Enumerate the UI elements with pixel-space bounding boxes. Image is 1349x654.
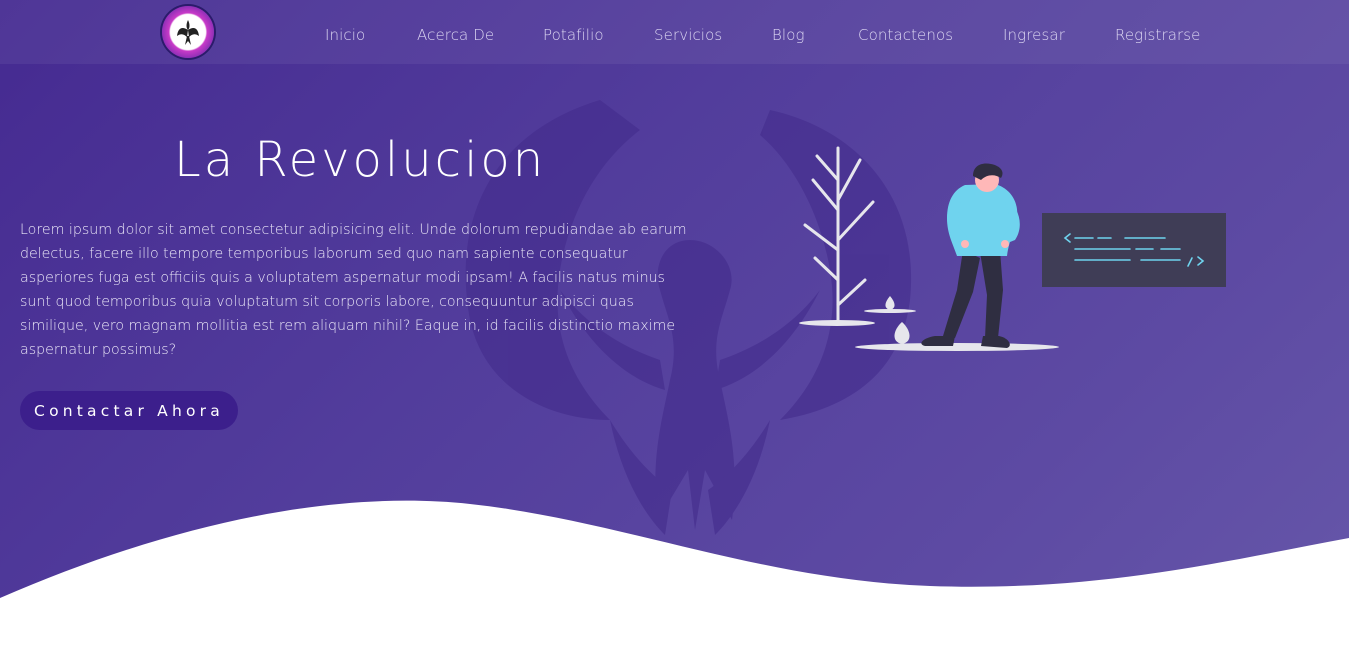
nav-link-registrarse[interactable]: Registrarse [1115,26,1201,44]
hero-bottom-wave [0,500,1349,654]
hero-section: Inicio Acerca De Potafilio Servicios Blo… [0,0,1349,654]
top-navbar: Inicio Acerca De Potafilio Servicios Blo… [0,0,1349,64]
nav-link-blog[interactable]: Blog [772,26,805,44]
nav-link-portafolio[interactable]: Potafilio [543,26,604,44]
hero-title: La Revolucion [174,132,547,188]
nav-link-contactenos[interactable]: Contactenos [858,26,953,44]
nav-link-inicio[interactable]: Inicio [325,26,365,44]
contact-now-button[interactable]: Contactar Ahora [20,391,238,430]
developer-illustration [799,146,1226,351]
hero-paragraph: Lorem ipsum dolor sit amet consectetur a… [20,222,687,358]
phoenix-icon [173,17,203,47]
phoenix-logo[interactable] [162,6,214,58]
nav-link-ingresar[interactable]: Ingresar [1003,26,1065,44]
nav-link-servicios[interactable]: Servicios [654,26,722,44]
nav-link-acerca-de[interactable]: Acerca De [417,26,494,44]
